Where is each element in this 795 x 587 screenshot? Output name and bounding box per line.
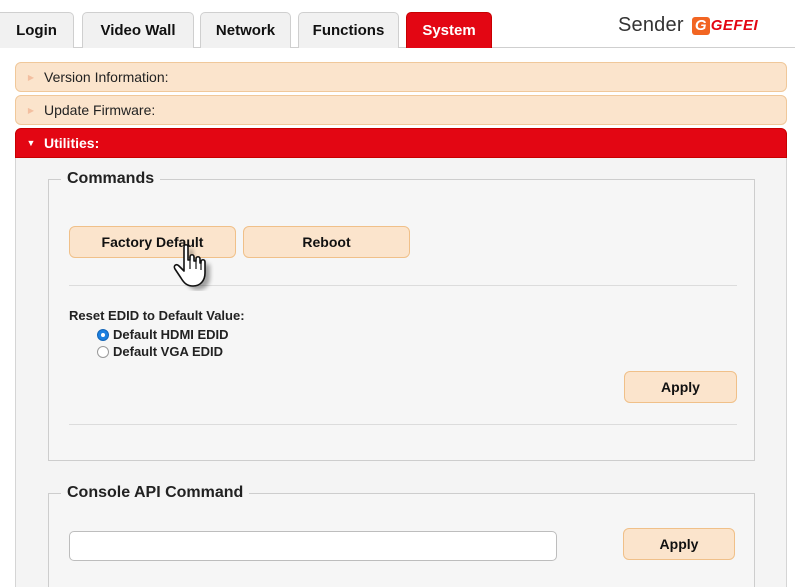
console-api-group: Console API Command Apply bbox=[48, 484, 755, 587]
radio-label: Default VGA EDID bbox=[113, 344, 224, 359]
tab-system[interactable]: System bbox=[406, 12, 492, 48]
tab-video-wall[interactable]: Video Wall bbox=[82, 12, 194, 48]
section-version-information[interactable]: ▶ Version Information: bbox=[15, 62, 787, 92]
tab-login[interactable]: Login bbox=[0, 12, 74, 48]
radio-default-hdmi-edid[interactable]: Default HDMI EDID bbox=[97, 327, 229, 342]
utilities-panel: Commands Factory Default Reboot Reset ED… bbox=[15, 158, 787, 587]
apply-edid-button[interactable]: Apply bbox=[624, 371, 737, 403]
apply-console-button[interactable]: Apply bbox=[623, 528, 735, 560]
triangle-right-icon: ▶ bbox=[27, 72, 35, 82]
triangle-right-icon: ▶ bbox=[27, 105, 35, 115]
commands-legend: Commands bbox=[67, 170, 155, 187]
factory-default-button[interactable]: Factory Default bbox=[69, 226, 236, 258]
radio-unselected-icon[interactable] bbox=[97, 345, 109, 358]
tab-bar: Login Video Wall Network Functions Syste… bbox=[0, 0, 795, 48]
radio-selected-icon[interactable] bbox=[97, 328, 109, 341]
radio-default-vga-edid[interactable]: Default VGA EDID bbox=[97, 344, 223, 359]
divider bbox=[69, 285, 737, 286]
divider bbox=[69, 424, 737, 425]
commands-group: Commands Factory Default Reboot Reset ED… bbox=[48, 170, 755, 461]
tab-functions[interactable]: Functions bbox=[298, 12, 399, 48]
section-label: Utilities: bbox=[44, 135, 100, 151]
reset-edid-label: Reset EDID to Default Value: bbox=[69, 308, 245, 323]
logo-mark-icon: G bbox=[691, 16, 710, 35]
tab-network[interactable]: Network bbox=[200, 12, 291, 48]
logo-text: GEFEI bbox=[710, 17, 759, 34]
section-label: Update Firmware: bbox=[44, 102, 156, 118]
section-label: Version Information: bbox=[44, 69, 169, 85]
reboot-button[interactable]: Reboot bbox=[243, 226, 410, 258]
section-update-firmware[interactable]: ▶ Update Firmware: bbox=[15, 95, 787, 125]
brand: Sender G GEFEI bbox=[618, 14, 758, 37]
section-utilities[interactable]: ▼ Utilities: bbox=[15, 128, 787, 158]
device-role-label: Sender bbox=[618, 14, 684, 36]
gefen-logo: G GEFEI bbox=[691, 16, 759, 35]
console-api-legend: Console API Command bbox=[67, 484, 244, 501]
radio-label: Default HDMI EDID bbox=[113, 327, 229, 342]
console-command-input[interactable] bbox=[69, 531, 557, 561]
triangle-down-icon: ▼ bbox=[26, 138, 36, 148]
